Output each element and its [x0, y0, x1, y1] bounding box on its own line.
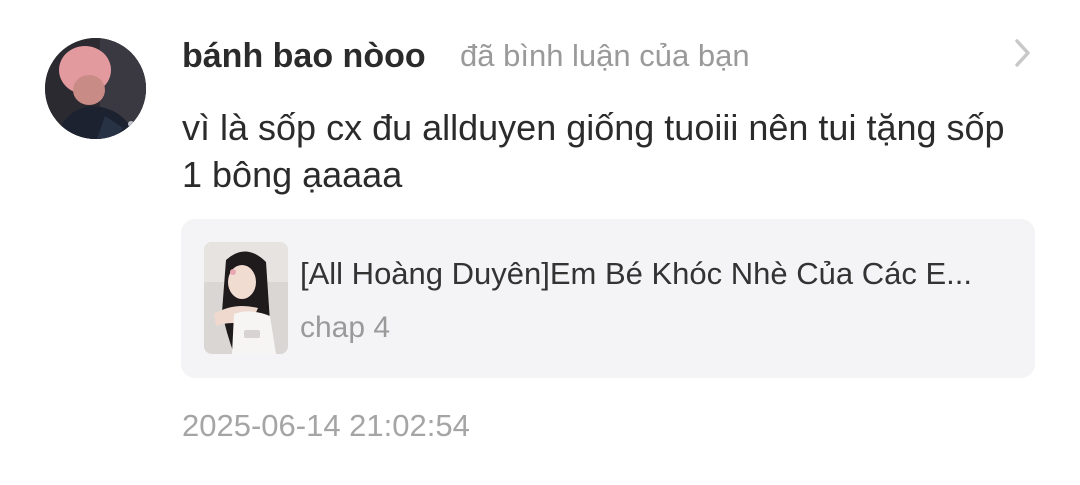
story-cover-image [204, 242, 288, 354]
chevron-right-icon[interactable] [1008, 36, 1038, 70]
story-card[interactable]: [All Hoàng Duyên]Em Bé Khóc Nhè Của Các … [181, 219, 1035, 378]
user-avatar[interactable] [45, 38, 146, 139]
story-chapter: chap 4 [300, 311, 391, 344]
comment-text: vì là sốp cx đu allduyen giống tuoiii nê… [182, 107, 1005, 195]
avatar-image [45, 38, 146, 139]
notification-action-text: đã bình luận của bạn [460, 38, 750, 73]
timestamp: 2025-06-14 21:02:54 [182, 408, 470, 443]
username[interactable]: bánh bao nòoo [182, 34, 426, 78]
story-title: [All Hoàng Duyên]Em Bé Khóc Nhè Của Các … [300, 256, 972, 291]
